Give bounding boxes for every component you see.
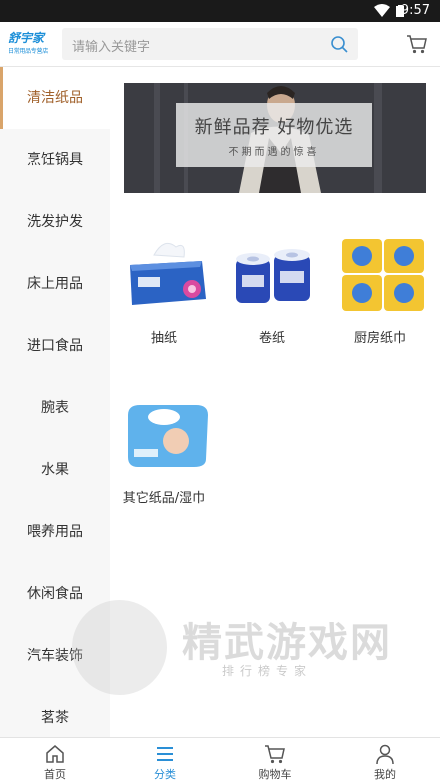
sidebar-item-label: 休闲食品 — [27, 586, 83, 602]
tab-profile[interactable]: 我的 — [330, 738, 440, 783]
sidebar-item-label: 烹饪锅具 — [27, 152, 83, 168]
user-icon — [376, 744, 394, 765]
shop-logo[interactable]: 舒宇家 日常用品专营店 — [8, 30, 56, 58]
wet-wipes-icon — [128, 405, 208, 467]
wifi-icon — [374, 4, 390, 17]
logo-subtext: 日常用品专营店 — [8, 48, 48, 55]
product-wet-wipes[interactable]: 其它纸品/湿巾 — [112, 397, 216, 527]
product-name: 卷纸 — [258, 331, 285, 346]
tab-cart[interactable]: 购物车 — [220, 738, 330, 783]
tissue-box-icon — [130, 242, 206, 305]
product-name: 其它纸品/湿巾 — [122, 491, 206, 506]
sidebar-item-imported-food[interactable]: 进口食品 — [0, 315, 110, 377]
product-name: 抽纸 — [150, 331, 177, 346]
category-sidebar: 清洁纸品 烹饪锅具 洗发护发 床上用品 进口食品 腕表 水果 喂养用品 休闲食品… — [0, 67, 110, 737]
toilet-roll-icon — [236, 249, 310, 303]
tab-home[interactable]: 首页 — [0, 738, 110, 783]
cart-icon — [265, 745, 285, 764]
tab-label: 首页 — [44, 768, 66, 781]
sidebar-item-label: 清洁纸品 — [27, 90, 83, 106]
tab-label: 我的 — [374, 768, 396, 781]
product-tissue[interactable]: 抽纸 — [112, 237, 216, 367]
top-header: 舒宇家 日常用品专营店 请输入关键字 — [0, 22, 440, 67]
category-icon — [157, 747, 173, 761]
sidebar-item-tea[interactable]: 茗茶 — [0, 687, 110, 737]
sidebar-item-label: 洗发护发 — [27, 214, 83, 230]
kitchen-towel-icon — [342, 239, 424, 311]
sidebar-item-feeding[interactable]: 喂养用品 — [0, 501, 110, 563]
tab-label: 购物车 — [258, 768, 292, 781]
sidebar-item-label: 汽车装饰 — [27, 648, 83, 664]
search-icon[interactable] — [330, 35, 348, 53]
sidebar-item-label: 腕表 — [41, 400, 69, 416]
product-kitchen-towel[interactable]: 厨房纸巾 — [328, 237, 432, 367]
sidebar-item-label: 水果 — [41, 462, 69, 478]
tab-category[interactable]: 分类 — [110, 738, 220, 783]
banner-subtitle: 不期而遇的惊喜 — [228, 147, 320, 158]
cart-icon[interactable] — [406, 33, 428, 55]
logo-text: 舒宇家 — [8, 31, 45, 45]
search-input[interactable]: 请输入关键字 — [62, 28, 358, 60]
sidebar-item-bedding[interactable]: 床上用品 — [0, 253, 110, 315]
sidebar-item-label: 进口食品 — [27, 338, 83, 354]
product-toilet-roll[interactable]: 卷纸 — [220, 237, 324, 367]
sidebar-item-snacks[interactable]: 休闲食品 — [0, 563, 110, 625]
sidebar-item-label: 茗茶 — [41, 710, 69, 726]
sidebar-item-watches[interactable]: 腕表 — [0, 377, 110, 439]
sidebar-item-haircare[interactable]: 洗发护发 — [0, 191, 110, 253]
tab-label: 分类 — [154, 768, 176, 781]
sidebar-item-car-decor[interactable]: 汽车装饰 — [0, 625, 110, 687]
sidebar-item-label: 床上用品 — [27, 276, 83, 292]
sidebar-item-fruit[interactable]: 水果 — [0, 439, 110, 501]
promo-banner[interactable]: 新鲜品荐 好物优选 不期而遇的惊喜 — [124, 83, 426, 193]
product-name: 厨房纸巾 — [353, 331, 406, 346]
category-content: 新鲜品荐 好物优选 不期而遇的惊喜 抽纸 卷纸 厨房纸巾 其它纸品/湿巾 — [110, 67, 440, 737]
banner-title: 新鲜品荐 好物优选 — [194, 117, 354, 138]
bottom-tab-bar: 首页 分类 购物车 我的 — [0, 737, 440, 783]
sidebar-item-label: 喂养用品 — [27, 524, 83, 540]
sidebar-item-cookware[interactable]: 烹饪锅具 — [0, 129, 110, 191]
sidebar-item-cleaning-paper[interactable]: 清洁纸品 — [0, 67, 110, 129]
status-bar: 9:57 — [0, 0, 440, 22]
status-time: 9:57 — [400, 3, 430, 18]
banner-caption: 新鲜品荐 好物优选 不期而遇的惊喜 — [176, 103, 372, 167]
home-icon — [46, 745, 64, 763]
search-placeholder: 请输入关键字 — [72, 40, 151, 55]
